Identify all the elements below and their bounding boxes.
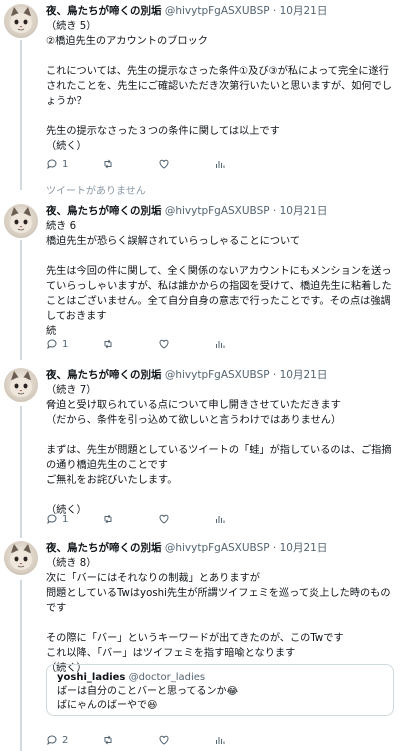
tweet-header: 夜、鳥たちが啼くの別垢 @hivytpFgASXUBSP · 10月21日 bbox=[46, 4, 394, 18]
user-handle[interactable]: @hivytpFgASXUBSP bbox=[165, 542, 270, 554]
tweet-actions: 1 bbox=[46, 512, 270, 526]
cat-avatar-icon bbox=[10, 7, 32, 33]
user-handle[interactable]: @hivytpFgASXUBSP bbox=[165, 369, 270, 381]
tweet-actions: 2 bbox=[46, 733, 270, 747]
retweet-button[interactable] bbox=[102, 338, 158, 350]
reply-button[interactable]: 2 bbox=[46, 734, 102, 746]
like-button[interactable] bbox=[158, 338, 214, 350]
separator: · bbox=[272, 205, 277, 217]
retweet-button[interactable] bbox=[102, 158, 158, 170]
cat-avatar-icon bbox=[10, 371, 32, 397]
unavailable-tweet-notice: ツイートがありません bbox=[46, 186, 146, 197]
tweet-header: 夜、鳥たちが啼くの別垢 @hivytpFgASXUBSP · 10月21日 bbox=[46, 541, 394, 555]
analytics-icon bbox=[216, 516, 225, 523]
quoted-tweet[interactable]: yoshi_ladies @doctor_ladies ばーは自分のことバーと思… bbox=[46, 664, 394, 716]
tweet-date[interactable]: 10月21日 bbox=[280, 5, 328, 17]
avatar[interactable] bbox=[4, 368, 38, 402]
user-handle[interactable]: @hivytpFgASXUBSP bbox=[165, 205, 270, 217]
tweet-header: 夜、鳥たちが啼くの別垢 @hivytpFgASXUBSP · 10月21日 bbox=[46, 368, 394, 382]
reply-count: 1 bbox=[62, 338, 69, 350]
like-button[interactable] bbox=[158, 513, 214, 525]
retweet-icon bbox=[104, 339, 112, 349]
like-icon bbox=[159, 735, 169, 745]
tweet-actions: 1 bbox=[46, 157, 270, 171]
separator: · bbox=[272, 369, 277, 381]
like-button[interactable] bbox=[158, 158, 214, 170]
user-handle[interactable]: @hivytpFgASXUBSP bbox=[165, 5, 270, 17]
reply-icon bbox=[47, 735, 57, 746]
like-button[interactable] bbox=[158, 734, 214, 746]
quoted-tweet-header: yoshi_ladies @doctor_ladies bbox=[57, 671, 383, 685]
analytics-button[interactable] bbox=[214, 734, 270, 746]
reply-icon bbox=[47, 159, 57, 170]
like-icon bbox=[159, 514, 169, 524]
tweet-date[interactable]: 10月21日 bbox=[280, 542, 328, 554]
tweet-text: （続き 5） ②橋迫先生のアカウントのブロック これについては、先生の提示なさっ… bbox=[46, 21, 392, 152]
reply-icon bbox=[47, 514, 57, 525]
quoted-user-handle: @doctor_ladies bbox=[128, 672, 206, 683]
retweet-icon bbox=[104, 514, 112, 524]
reply-button[interactable]: 1 bbox=[46, 513, 102, 525]
cat-avatar-icon bbox=[10, 544, 32, 570]
retweet-button[interactable] bbox=[102, 513, 158, 525]
reply-icon bbox=[47, 339, 57, 350]
avatar[interactable] bbox=[4, 4, 38, 38]
display-name[interactable]: 夜、鳥たちが啼くの別垢 bbox=[46, 542, 162, 554]
reply-count: 1 bbox=[62, 513, 69, 525]
separator: · bbox=[272, 5, 277, 17]
tweet[interactable]: 夜、鳥たちが啼くの別垢 @hivytpFgASXUBSP · 10月21日 続き… bbox=[0, 204, 400, 354]
reply-count: 2 bbox=[62, 734, 69, 746]
tweet[interactable]: 夜、鳥たちが啼くの別垢 @hivytpFgASXUBSP · 10月21日 （続… bbox=[0, 541, 400, 751]
display-name[interactable]: 夜、鳥たちが啼くの別垢 bbox=[46, 205, 162, 217]
retweet-icon bbox=[104, 735, 112, 745]
tweet-text: （続き 7） 脅迫と受け取られている点について申し開きさせていただきます （だか… bbox=[46, 385, 392, 516]
retweet-icon bbox=[104, 159, 112, 169]
tweet-text: （続き 8） 次に「バーにはそれなりの制裁」とありますが 問題としているTwはy… bbox=[46, 558, 391, 674]
analytics-icon bbox=[216, 737, 225, 744]
display-name[interactable]: 夜、鳥たちが啼くの別垢 bbox=[46, 369, 162, 381]
tweet-date[interactable]: 10月21日 bbox=[280, 205, 328, 217]
avatar[interactable] bbox=[4, 204, 38, 238]
like-icon bbox=[159, 339, 169, 349]
retweet-button[interactable] bbox=[102, 734, 158, 746]
analytics-button[interactable] bbox=[214, 338, 270, 350]
analytics-button[interactable] bbox=[214, 513, 270, 525]
tweet-text: 続き 6 橋迫先生が恐らく誤解されていらっしゃることについて 先生は今回の件に関… bbox=[46, 221, 392, 337]
display-name[interactable]: 夜、鳥たちが啼くの別垢 bbox=[46, 5, 162, 17]
quoted-display-name: yoshi_ladies bbox=[57, 672, 126, 683]
reply-button[interactable]: 1 bbox=[46, 158, 102, 170]
quoted-tweet-text: ばーは自分のことバーと思ってるンか😂 ばにゃんのばーやで😆 bbox=[57, 686, 239, 711]
like-icon bbox=[159, 159, 169, 169]
reply-button[interactable]: 1 bbox=[46, 338, 102, 350]
tweet[interactable]: 夜、鳥たちが啼くの別垢 @hivytpFgASXUBSP · 10月21日 （続… bbox=[0, 368, 400, 533]
analytics-icon bbox=[216, 341, 225, 348]
separator: · bbox=[272, 542, 277, 554]
tweet[interactable]: 夜、鳥たちが啼くの別垢 @hivytpFgASXUBSP · 10月21日 （続… bbox=[0, 4, 400, 179]
tweet-header: 夜、鳥たちが啼くの別垢 @hivytpFgASXUBSP · 10月21日 bbox=[46, 204, 394, 218]
analytics-icon bbox=[216, 161, 225, 168]
tweet-actions: 1 bbox=[46, 337, 270, 351]
cat-avatar-icon bbox=[10, 207, 32, 233]
tweet-date[interactable]: 10月21日 bbox=[280, 369, 328, 381]
analytics-button[interactable] bbox=[214, 158, 270, 170]
avatar[interactable] bbox=[4, 541, 38, 575]
reply-count: 1 bbox=[62, 158, 69, 170]
